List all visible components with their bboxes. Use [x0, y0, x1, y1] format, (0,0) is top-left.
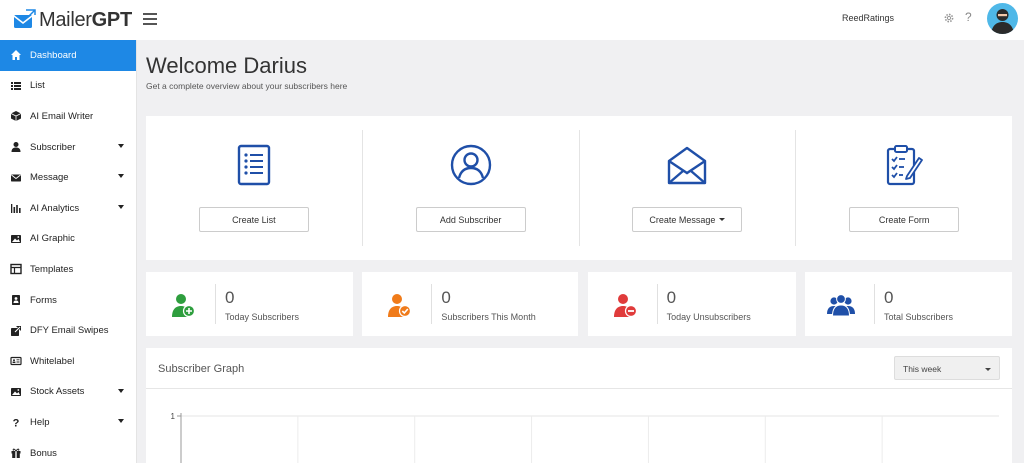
sidebar-item-list[interactable]: List [0, 71, 136, 102]
svg-text:?: ? [13, 418, 20, 429]
sidebar-item-label: Templates [30, 263, 74, 275]
cube-icon [10, 111, 22, 122]
question-icon[interactable]: ? [965, 10, 972, 24]
chevron-down-icon [719, 218, 726, 221]
stat-total-subscribers: 0 Total Subscribers [804, 272, 1012, 336]
sidebar-item-label: Message [30, 172, 69, 184]
page-title: Welcome Darius [146, 53, 307, 78]
user-icon [11, 142, 21, 153]
y-tick-label: 1 [171, 412, 176, 421]
chevron-down-icon [118, 143, 124, 148]
sidebar-item-help[interactable]: ? Help [0, 407, 136, 438]
sidebar-item-label: DFY Email Swipes [30, 325, 109, 337]
sidebar-item-ai-analytics[interactable]: AI Analytics [0, 193, 136, 224]
sidebar-item-label: Help [30, 416, 50, 428]
stats-row: 0 Today Subscribers 0 Subscribers This M… [146, 272, 1012, 336]
form-icon [12, 295, 20, 306]
home-icon [11, 50, 21, 61]
sidebar-item-label: AI Analytics [30, 202, 80, 214]
users-icon [826, 294, 855, 317]
period-select[interactable]: This week [894, 356, 1000, 380]
sidebar-item-dashboard[interactable]: Dashboard [0, 40, 136, 71]
sidebar-item-label: Forms [30, 294, 57, 306]
id-card-icon [10, 357, 22, 366]
user-avatar-icon [991, 9, 1014, 34]
stat-value: 0 [883, 288, 894, 307]
sidebar-item-forms[interactable]: Forms [0, 285, 136, 316]
subscriber-graph-card: Subscriber Graph This week 1 [146, 348, 1012, 463]
menu-toggle-icon[interactable] [143, 13, 157, 25]
chevron-down-icon [118, 174, 124, 179]
stat-label: Today Unsubscribers [666, 312, 751, 322]
account-name[interactable]: ReedRatings [842, 13, 894, 23]
chevron-down-icon [118, 388, 124, 393]
stat-value: 0 [441, 288, 451, 307]
add-subscriber-button[interactable]: Add Subscriber [415, 207, 526, 232]
gift-icon [11, 448, 21, 459]
stat-label: Subscribers This Month [441, 312, 536, 322]
sidebar-item-label: Whitelabel [30, 355, 75, 367]
action-create-form: Create Form [796, 130, 1012, 246]
action-add-subscriber: Add Subscriber [363, 130, 580, 246]
stat-value: 0 [225, 288, 235, 307]
sidebar-item-label: Stock Assets [30, 386, 85, 398]
stat-label: Total Subscribers [883, 312, 954, 322]
action-create-list: Create List [146, 130, 363, 246]
user-circle-icon [450, 144, 491, 186]
sidebar-item-subscriber[interactable]: Subscriber [0, 132, 136, 163]
page-subtitle: Get a complete overview about your subsc… [146, 81, 348, 91]
chevron-down-icon [118, 204, 124, 209]
sidebar-item-whitelabel[interactable]: Whitelabel [0, 346, 136, 377]
sidebar-item-label: List [30, 80, 45, 92]
user-check-icon [388, 294, 412, 318]
sidebar-item-label: Subscriber [30, 141, 76, 153]
sidebar-item-label: AI Email Writer [30, 110, 94, 122]
graph-title: Subscriber Graph [158, 363, 245, 375]
stat-today-subscribers: 0 Today Subscribers [146, 272, 353, 336]
external-link-icon [11, 325, 21, 336]
sidebar-item-bonus[interactable]: Bonus [0, 438, 136, 463]
sidebar-item-label: AI Graphic [30, 233, 75, 245]
image-icon [11, 387, 21, 396]
envelope-icon [11, 174, 21, 182]
chevron-down-icon [118, 419, 124, 424]
stat-today-unsubscribers: 0 Today Unsubscribers [587, 272, 796, 336]
sidebar-item-dfy-email-swipes[interactable]: DFY Email Swipes [0, 315, 136, 346]
create-list-button[interactable]: Create List [198, 207, 309, 232]
avatar[interactable] [987, 3, 1018, 34]
chevron-down-icon [985, 368, 991, 371]
action-create-message: Create Message [580, 130, 797, 246]
sidebar-item-ai-graphic[interactable]: AI Graphic [0, 224, 136, 255]
period-select-value: This week [903, 364, 942, 374]
sidebar-item-stock-assets[interactable]: Stock Assets [0, 377, 136, 408]
open-envelope-icon [668, 146, 707, 185]
stat-label: Today Subscribers [225, 312, 300, 322]
sidebar-item-label: Bonus [30, 447, 57, 459]
create-message-button[interactable]: Create Message [632, 207, 743, 232]
template-icon [10, 264, 22, 275]
stat-subscribers-this-month: 0 Subscribers This Month [362, 272, 579, 336]
quick-actions-card: Create List Add Subscriber Create Messag… [146, 116, 1012, 260]
user-add-icon [172, 294, 196, 318]
clipboard-icon [887, 145, 924, 186]
gear-icon[interactable] [943, 12, 955, 24]
stat-value: 0 [666, 288, 677, 307]
list-document-icon [237, 144, 271, 186]
question-icon: ? [13, 418, 20, 429]
user-remove-icon [613, 294, 637, 318]
sidebar-item-templates[interactable]: Templates [0, 254, 136, 285]
brand-name: MailerGPT [39, 8, 132, 31]
create-form-button[interactable]: Create Form [849, 207, 960, 232]
sidebar: Dashboard List AI Email Writer Subscriber Me… [0, 40, 137, 463]
top-bar: MailerGPT ReedRatings ? [0, 0, 1024, 40]
list-icon [11, 81, 21, 90]
sidebar-item-message[interactable]: Message [0, 162, 136, 193]
bar-chart-icon [11, 204, 21, 214]
image-icon [11, 234, 21, 243]
logo-mail-icon [13, 9, 36, 28]
sidebar-item-label: Dashboard [30, 49, 77, 61]
logo[interactable]: MailerGPT [0, 0, 137, 40]
sidebar-item-ai-email-writer[interactable]: AI Email Writer [0, 101, 136, 132]
subscriber-chart: 1 [171, 412, 999, 463]
